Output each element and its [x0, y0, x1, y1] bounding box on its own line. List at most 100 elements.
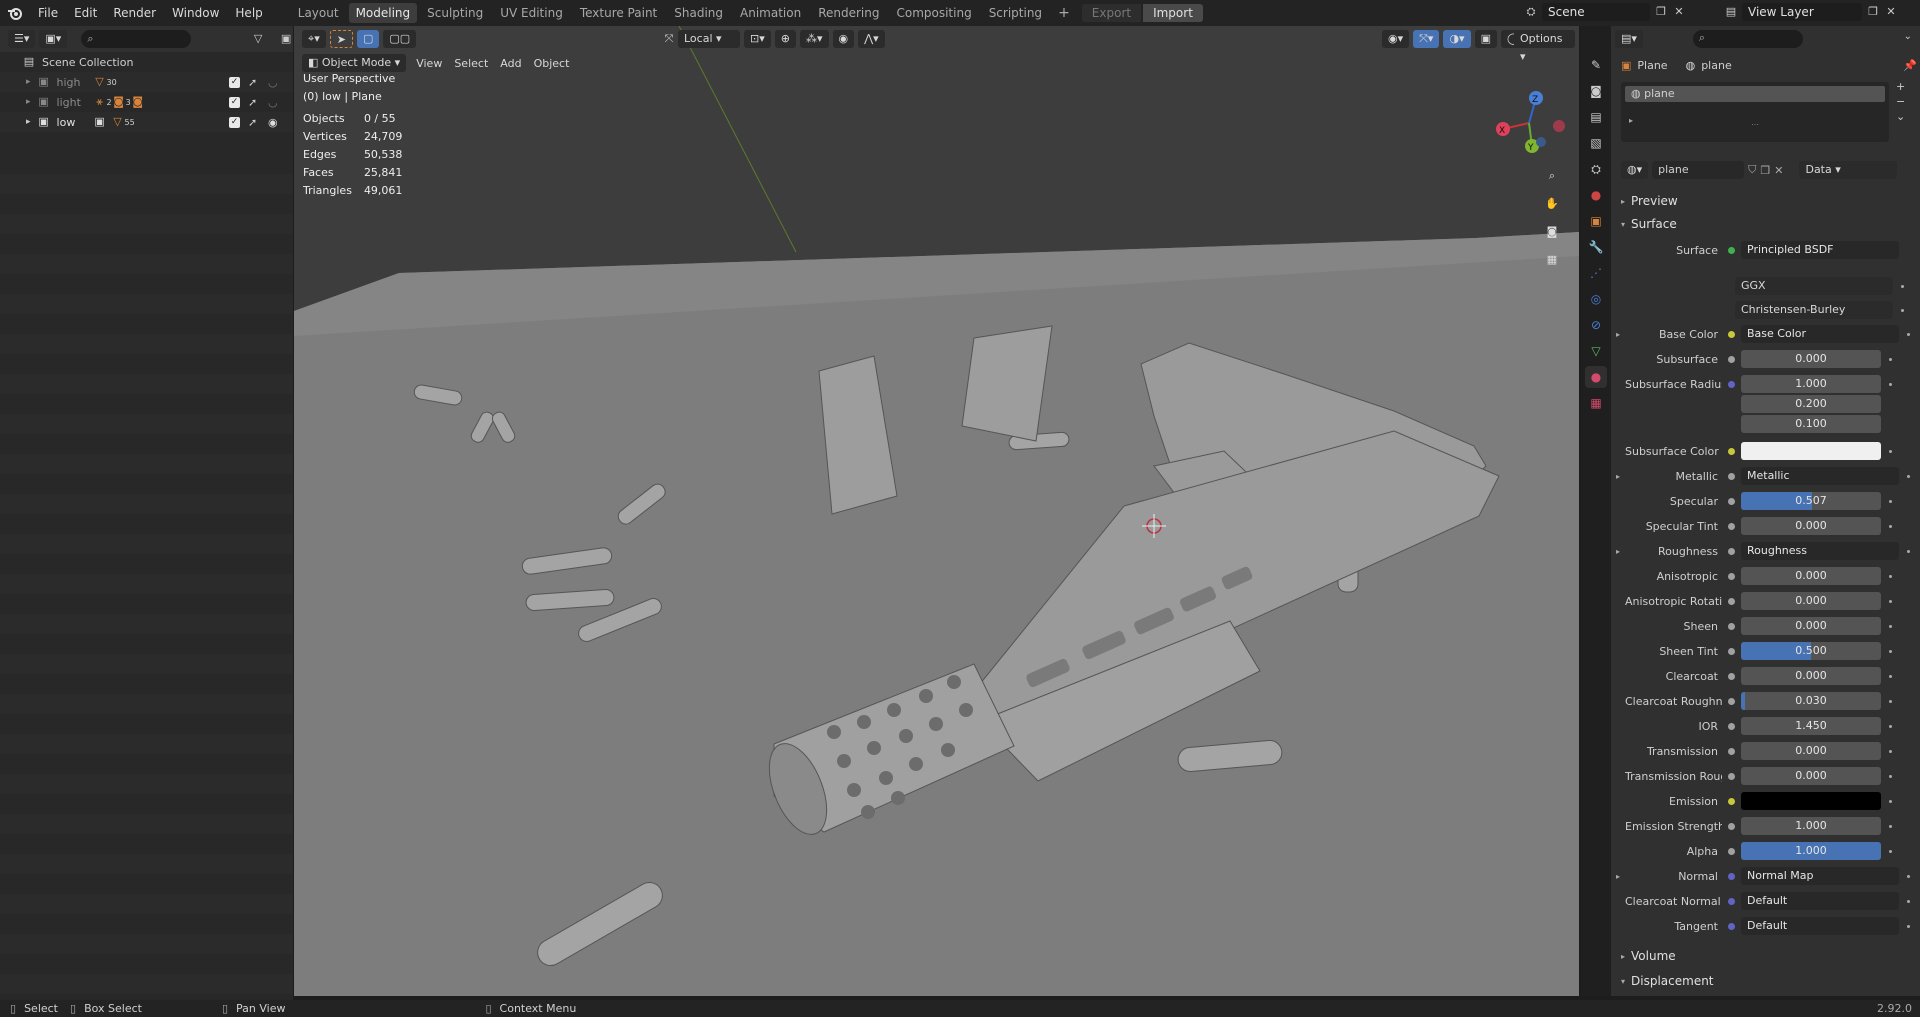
snap-icon[interactable]: ⊕ [774, 30, 796, 48]
keyframe-dot-icon[interactable] [1889, 574, 1892, 578]
input-socket-icon[interactable] [1728, 447, 1735, 455]
viewport-scene[interactable] [294, 26, 1579, 996]
keyframe-dot-icon[interactable] [1889, 699, 1892, 703]
add-workspace-icon[interactable]: + [1052, 5, 1076, 21]
delete-view-layer-icon[interactable]: ✕ [1884, 5, 1898, 19]
input-socket-icon[interactable] [1728, 572, 1735, 580]
linked-input-field[interactable]: Default [1741, 892, 1899, 910]
number-field[interactable]: 0.000 [1741, 617, 1881, 635]
keyframe-dot-icon[interactable] [1889, 749, 1892, 753]
input-socket-icon[interactable] [1728, 497, 1735, 505]
xray-icon[interactable]: ▣ [1474, 30, 1497, 48]
ortho-grid-icon[interactable]: ▦ [1541, 249, 1563, 271]
keyframe-dot-icon[interactable] [1889, 382, 1892, 386]
hidden-eye-icon[interactable]: ◡ [268, 96, 278, 109]
input-socket-icon[interactable] [1728, 547, 1735, 555]
linked-input-field[interactable]: Base Color [1741, 325, 1899, 343]
slider-field[interactable]: 0.500 [1741, 642, 1881, 660]
outliner-row-low[interactable]: ▸ ▣ low ▣ ▽ 55 ✓ ➚ ◉ [0, 112, 293, 132]
expand-arrow-icon[interactable]: ▸ [26, 97, 31, 107]
keyframe-dot-icon[interactable] [1889, 799, 1892, 803]
gizmo-toggle-icon[interactable]: ⤧▾ [1413, 30, 1440, 48]
preview-panel-header[interactable]: ▸ Preview [1611, 190, 1920, 212]
input-socket-icon[interactable] [1728, 822, 1735, 830]
select-tool-icon[interactable]: ➤ [329, 30, 353, 48]
keyframe-dot-icon[interactable] [1889, 449, 1892, 453]
input-socket-icon[interactable] [1728, 597, 1735, 605]
outliner-row-high[interactable]: ▸ ▣ high ▽ 30 ✓ ➚ ◡ [0, 72, 293, 92]
number-field[interactable]: 1.450 [1741, 717, 1881, 735]
expand-arrow-icon[interactable]: ▸ [1611, 872, 1625, 881]
color-swatch[interactable] [1741, 442, 1881, 460]
particles-tab-icon[interactable]: ⋰ [1585, 262, 1607, 284]
input-socket-icon[interactable] [1728, 697, 1735, 705]
blender-logo-icon[interactable] [0, 0, 30, 26]
input-socket-icon[interactable] [1728, 672, 1735, 680]
editor-type-button[interactable]: ▤▾ [1615, 30, 1643, 48]
keyframe-dot-icon[interactable] [1907, 874, 1910, 878]
link-dropdown[interactable]: Data ▾ [1799, 161, 1898, 179]
slider-field[interactable]: 0.030 [1741, 692, 1881, 710]
add-menu[interactable]: Add [494, 57, 527, 70]
scene-field[interactable]: Scene [1542, 3, 1650, 21]
input-socket-icon[interactable] [1728, 647, 1735, 655]
tab-uv-editing[interactable]: UV Editing [493, 3, 570, 23]
export-button[interactable]: Export [1081, 4, 1142, 22]
view-menu[interactable]: View [410, 57, 448, 70]
distribution-dropdown[interactable]: GGX [1735, 277, 1893, 295]
keyframe-dot-icon[interactable] [1889, 624, 1892, 628]
keyframe-dot-icon[interactable] [1907, 332, 1910, 336]
tool-tab-icon[interactable]: ✎ [1585, 54, 1607, 76]
keyframe-dot-icon[interactable] [1889, 649, 1892, 653]
modifier-tab-icon[interactable]: 🔧 [1585, 236, 1607, 258]
input-socket-icon[interactable] [1728, 722, 1735, 730]
new-scene-icon[interactable]: ❐ [1654, 5, 1668, 19]
keyframe-dot-icon[interactable] [1889, 774, 1892, 778]
tab-scripting[interactable]: Scripting [982, 3, 1049, 23]
unlink-icon[interactable]: ✕ [1774, 164, 1783, 177]
keyframe-dot-icon[interactable] [1889, 824, 1892, 828]
keyframe-dot-icon[interactable] [1907, 549, 1910, 553]
subsurface-method-dropdown[interactable]: Christensen-Burley [1735, 301, 1893, 319]
tab-rendering[interactable]: Rendering [811, 3, 886, 23]
expand-arrow-icon[interactable]: ▸ [1611, 472, 1625, 481]
constraints-tab-icon[interactable]: ⊘ [1585, 314, 1607, 336]
physics-tab-icon[interactable]: ◎ [1585, 288, 1607, 310]
visibility-icon[interactable]: ◉▾ [1382, 30, 1410, 48]
editor-type-button[interactable]: ⌖▾ [302, 30, 326, 48]
scene-tab-icon[interactable]: ⛭ [1585, 158, 1607, 180]
outliner-row-light[interactable]: ▸ ▣ light ⚹ 2 ◙ 3 ◙ ✓ ➚ ◡ [0, 92, 293, 112]
scene-icon[interactable]: ⛭ [1524, 5, 1538, 19]
pan-hand-icon[interactable]: ✋ [1541, 193, 1563, 215]
fake-user-icon[interactable]: ⛉ [1748, 163, 1756, 177]
tab-animation[interactable]: Animation [733, 3, 808, 23]
input-socket-icon[interactable] [1728, 897, 1735, 905]
menu-render[interactable]: Render [105, 3, 164, 23]
properties-search-input[interactable]: ⌕ [1692, 30, 1803, 48]
material-tab-icon[interactable]: ● [1585, 366, 1607, 388]
number-field[interactable]: 1.000 [1741, 817, 1881, 835]
slider-field[interactable]: 0.507 [1741, 492, 1881, 510]
material-name-field[interactable]: plane [1652, 161, 1745, 179]
input-socket-icon[interactable] [1728, 330, 1735, 338]
number-field[interactable]: 1.000 [1741, 375, 1881, 393]
3d-viewport[interactable]: ⌖▾ ➤ ▢ ▢▢ ⤧ Local ▾ ⊡▾ ⊕ ⁂▾ ◉ ⋀▾ ◉▾ ⤧▾ ◑… [294, 26, 1579, 996]
orientation-dropdown[interactable]: Local ▾ [678, 30, 740, 48]
select-menu[interactable]: Select [448, 57, 494, 70]
input-socket-icon[interactable] [1728, 622, 1735, 630]
zoom-icon[interactable]: ⌕ [1541, 165, 1563, 187]
tab-texture-paint[interactable]: Texture Paint [573, 3, 664, 23]
chevron-down-icon[interactable]: ⌄ [1904, 31, 1912, 42]
filter-icon[interactable]: ▽ [251, 32, 265, 46]
expand-arrow-icon[interactable]: ▸ [26, 117, 31, 127]
number-field[interactable]: 0.000 [1741, 592, 1881, 610]
input-socket-icon[interactable] [1728, 922, 1735, 930]
keyframe-dot-icon[interactable] [1889, 599, 1892, 603]
new-collection-icon[interactable]: ▣ [279, 32, 293, 46]
slot-menu-icon[interactable]: ⌄ [1896, 110, 1905, 123]
number-field[interactable]: 0.200 [1741, 395, 1881, 413]
number-field[interactable]: 0.000 [1741, 567, 1881, 585]
scene-collection-row[interactable]: ▤ Scene Collection [0, 52, 293, 72]
exclude-checkbox[interactable]: ✓ [229, 116, 240, 128]
snap-target-icon[interactable]: ⁂▾ [799, 30, 829, 48]
